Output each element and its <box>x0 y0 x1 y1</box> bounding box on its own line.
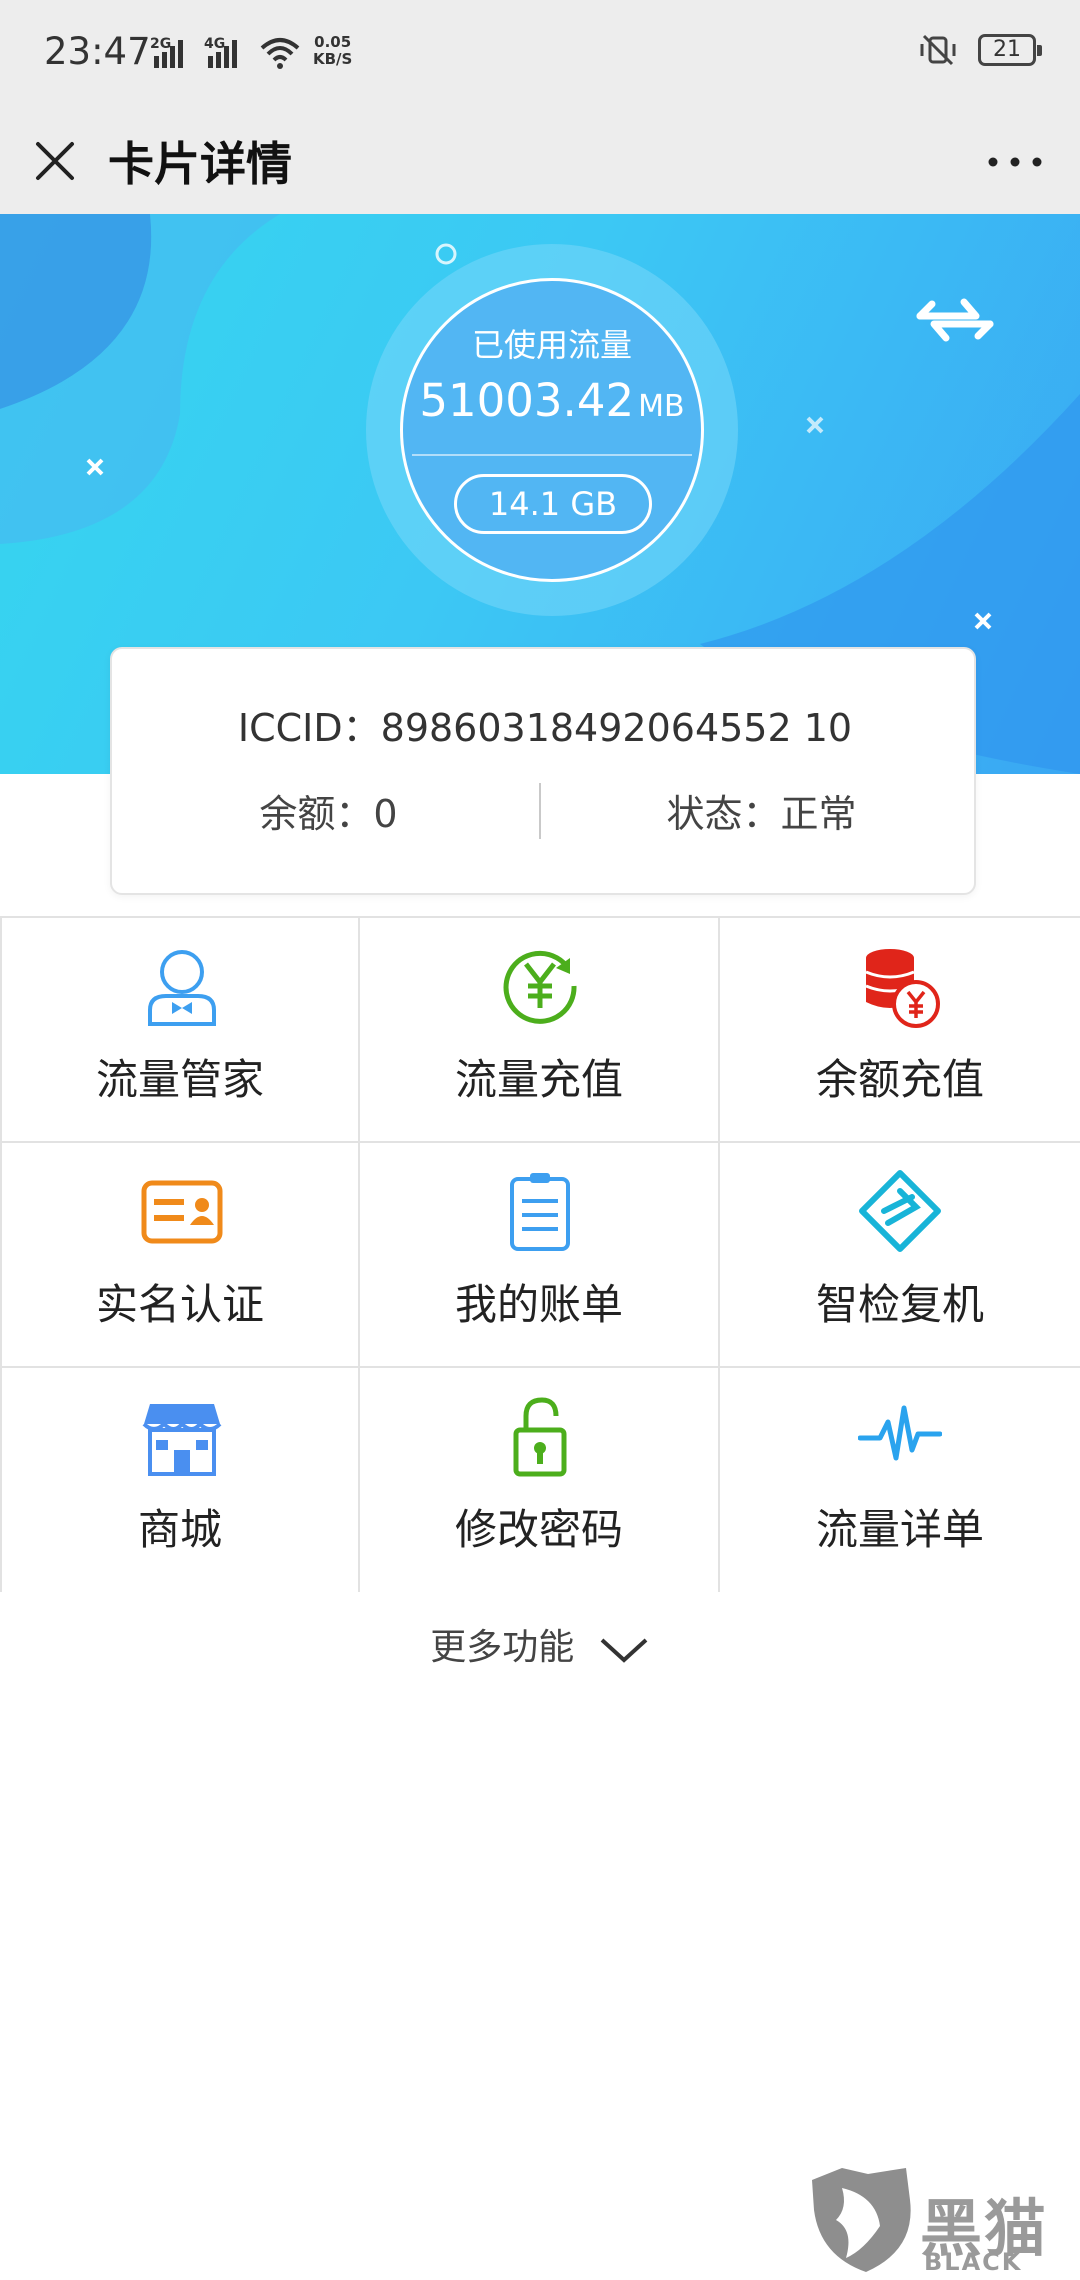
status-text: 状态：正常 <box>666 792 857 836</box>
usage-gb-badge: 14.1 GB <box>454 474 652 534</box>
card-info-panel: ICCID：89860318492064552 10 余额：0 状态：正常 <box>110 647 976 895</box>
net-2g-label: 2G <box>150 36 171 52</box>
mute-vibrate-icon <box>920 34 956 66</box>
feature-balance-recharge[interactable]: 余额充值 <box>720 918 1080 1143</box>
pulse-icon <box>858 1405 942 1461</box>
more-features-button[interactable]: 更多功能 <box>0 1618 1080 1670</box>
feature-store[interactable]: 商城 <box>0 1368 360 1592</box>
net-4g-label: 4G <box>204 36 225 52</box>
watermark-subtitle: BLACK CAT <box>924 2248 1023 2280</box>
feature-change-password[interactable]: 修改密码 <box>360 1368 720 1592</box>
title-bar: 卡片详情 <box>0 108 1080 214</box>
feature-traffic-recharge[interactable]: 流量充值 <box>360 918 720 1143</box>
usage-value: 51003.42 MB <box>400 374 704 427</box>
feature-label: 我的账单 <box>454 1280 623 1329</box>
feature-label: 修改密码 <box>454 1505 623 1554</box>
iccid-text: ICCID：89860318492064552 10 <box>237 706 853 750</box>
close-icon[interactable] <box>28 130 82 190</box>
swap-card-icon[interactable] <box>912 286 998 352</box>
status-time: 23:47 <box>44 30 151 73</box>
status-bar: 23:47 2G 4G 0.05 KB/S 21 <box>0 0 1080 108</box>
clipboard-icon <box>510 1173 570 1251</box>
net-speed-unit: KB/S <box>313 50 353 68</box>
feature-label: 余额充值 <box>815 1055 984 1104</box>
battery-indicator: 21 <box>978 34 1042 66</box>
usage-mb-value: 51003.42 <box>419 374 635 427</box>
user-tie-icon <box>148 950 216 1026</box>
balance-text: 余额：0 <box>259 792 398 836</box>
feature-label: 流量管家 <box>95 1055 264 1104</box>
feature-smart-check[interactable]: 智检复机 <box>720 1143 1080 1368</box>
usage-unit: MB <box>638 389 685 424</box>
page-title: 卡片详情 <box>108 137 292 191</box>
feature-traffic-detail[interactable]: 流量详单 <box>720 1368 1080 1592</box>
yuan-circle-icon <box>503 950 577 1024</box>
usage-label: 已使用流量 <box>471 326 632 364</box>
feature-label: 实名认证 <box>95 1280 264 1329</box>
status-right: 21 <box>918 32 1042 68</box>
feature-label: 流量详单 <box>815 1505 984 1554</box>
feature-grid: 流量管家 流量充值 余额充值 实名认证 我的账单 智检复机 商城 修改密码 流量… <box>0 916 1080 1592</box>
feature-traffic-manager[interactable]: 流量管家 <box>0 918 360 1143</box>
net-speed-value: 0.05 <box>314 33 352 51</box>
id-card-icon <box>141 1180 223 1244</box>
store-icon <box>142 1404 222 1476</box>
signal-2g-icon: 2G <box>150 36 183 68</box>
feature-label: 智检复机 <box>815 1280 984 1329</box>
feature-label: 商城 <box>137 1505 222 1554</box>
info-divider <box>539 783 541 839</box>
more-features-label: 更多功能 <box>430 1627 575 1668</box>
signal-4g-icon: 4G <box>204 36 237 68</box>
unlock-icon <box>513 1397 567 1477</box>
wifi-icon <box>260 38 300 69</box>
more-options-icon[interactable] <box>980 132 1050 192</box>
diamond-icon <box>859 1170 941 1252</box>
feature-my-bill[interactable]: 我的账单 <box>360 1143 720 1368</box>
chevron-down-icon <box>600 1638 648 1663</box>
feature-real-name[interactable]: 实名认证 <box>0 1143 360 1368</box>
net-speed: 0.05 KB/S <box>313 34 352 68</box>
gauge-divider <box>412 454 692 456</box>
feature-label: 流量充值 <box>454 1055 623 1104</box>
coins-icon <box>865 949 940 1028</box>
